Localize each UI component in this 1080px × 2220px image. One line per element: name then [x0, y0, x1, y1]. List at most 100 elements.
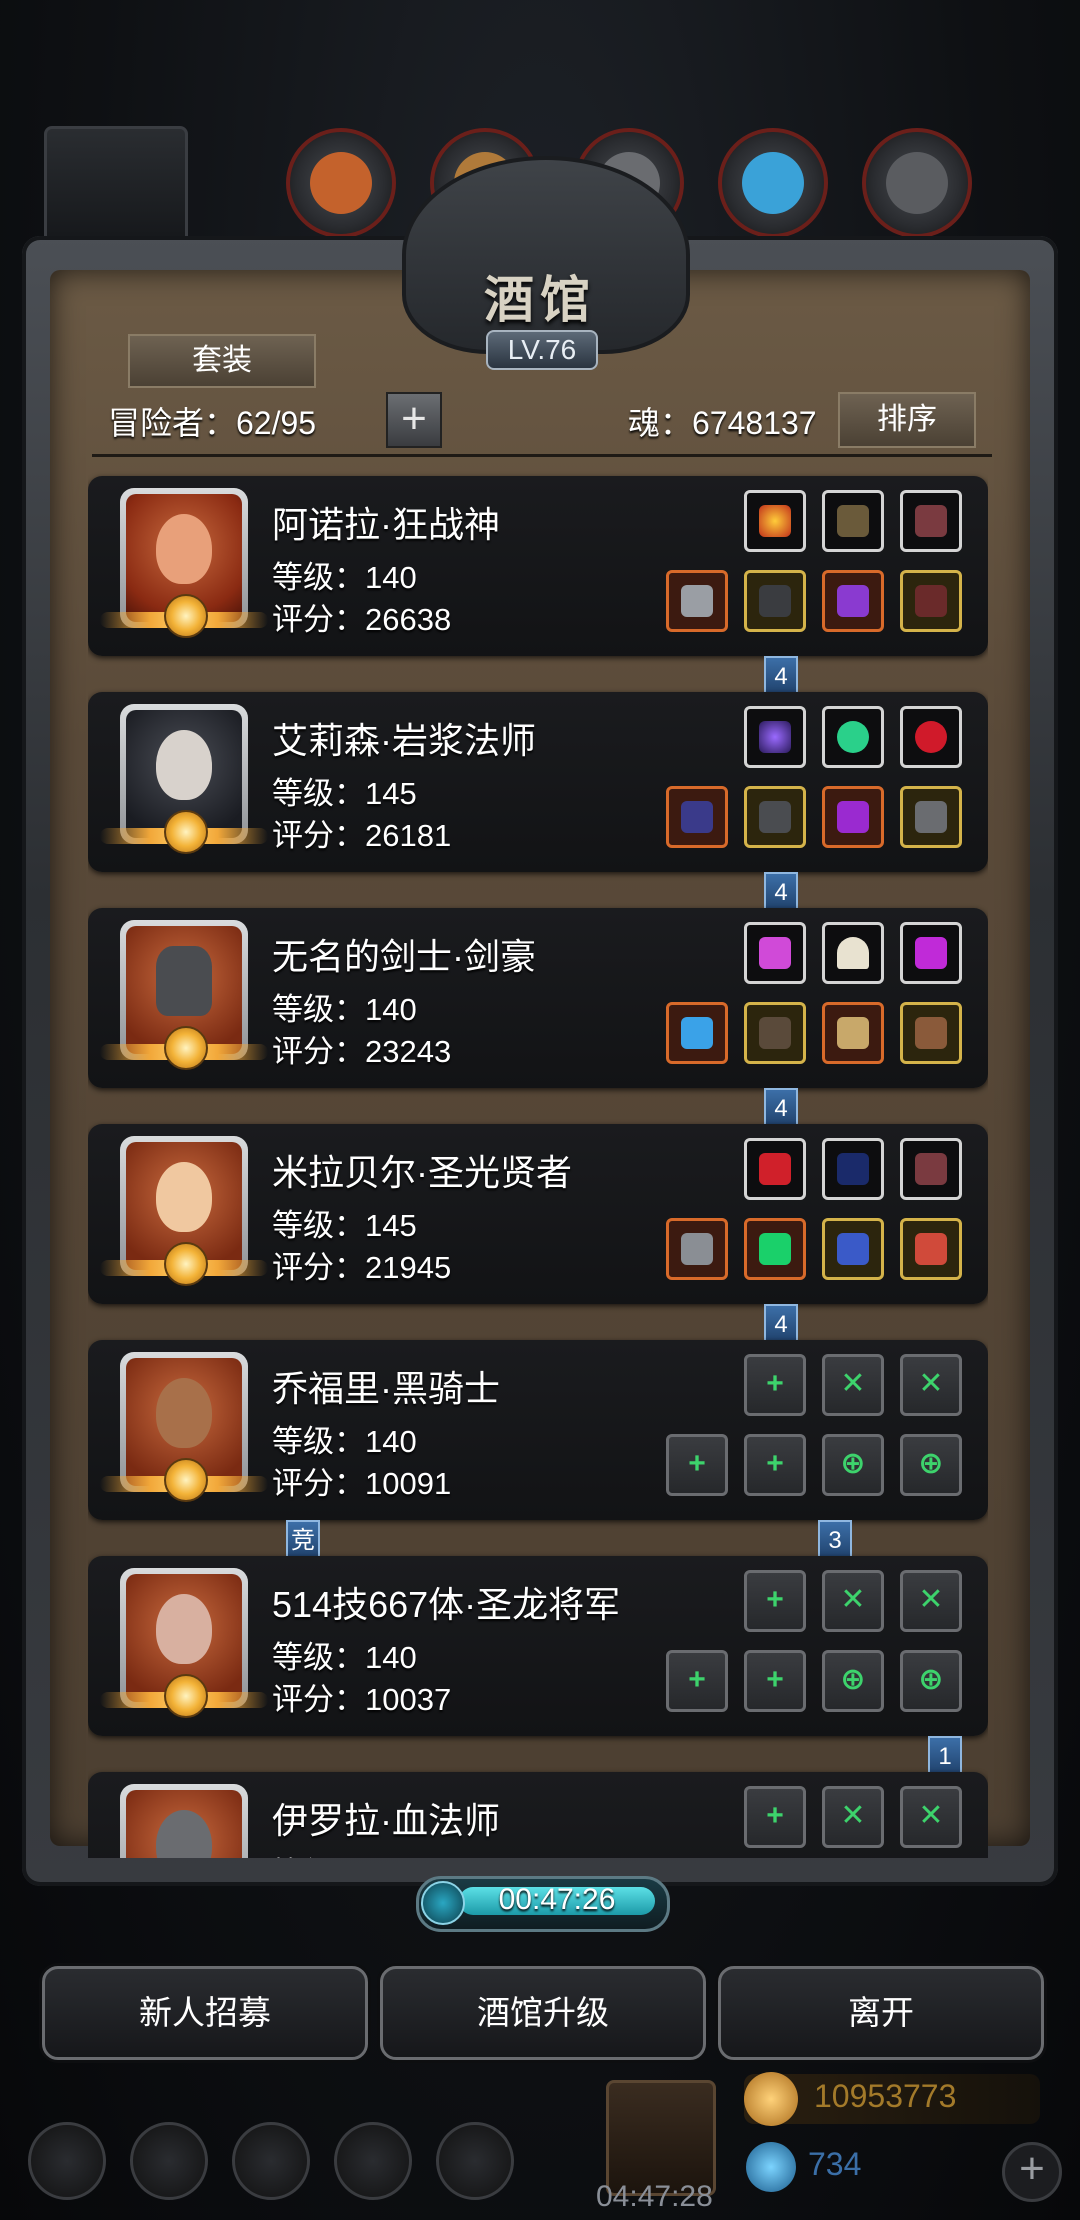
equip-slot-ring[interactable]: [822, 490, 884, 552]
empty-slot-ring-2[interactable]: ✕: [900, 1570, 962, 1632]
empty-slot-accessory-2[interactable]: ⊕: [900, 1650, 962, 1712]
equip-slot-sword[interactable]: [666, 1002, 728, 1064]
hero-name: 无名的剑士·剑豪: [272, 936, 536, 977]
equip-slot-bow[interactable]: [822, 1138, 884, 1200]
empty-slot-weapon[interactable]: +: [666, 1650, 728, 1712]
hero-card[interactable]: 米拉贝尔·圣光贤者 等级：145 评分：21945 4: [88, 1124, 988, 1348]
hero-card[interactable]: 艾莉森·岩浆法师 等级：145 评分：26181 4: [88, 692, 988, 916]
resource-icon-5[interactable]: [862, 128, 972, 238]
equip-slot-necklace[interactable]: [822, 786, 884, 848]
equip-slot-gem-red[interactable]: [900, 706, 962, 768]
hero-name: 艾莉森·岩浆法师: [272, 720, 536, 761]
equip-slot-helmet[interactable]: [822, 570, 884, 632]
equip-slot-weapon[interactable]: [666, 570, 728, 632]
equip-slot-armor[interactable]: [744, 786, 806, 848]
panel-title: 酒馆: [484, 270, 596, 329]
equip-slot-armor[interactable]: [744, 570, 806, 632]
equip-slot-fang[interactable]: [822, 922, 884, 984]
rank-medal-icon: [164, 1026, 208, 1070]
hero-card[interactable]: 伊罗拉·血法师 等级： + ✕ ✕: [88, 1772, 988, 1858]
gem-value: 734: [808, 2146, 862, 2182]
hero-card[interactable]: 无名的剑士·剑豪 等级：140 评分：23243 4: [88, 908, 988, 1132]
empty-slot-ring-2[interactable]: ✕: [900, 1786, 962, 1848]
equip-slot-armor[interactable]: [744, 1218, 806, 1280]
settings-icon[interactable]: [28, 2122, 106, 2200]
timer-text: 00:47:26: [498, 1883, 616, 1916]
rank-medal-icon: [164, 1674, 208, 1718]
hero-score: 评分：10037: [272, 1682, 452, 1717]
empty-slot-amulet[interactable]: +: [744, 1570, 806, 1632]
equip-slot-potion[interactable]: [744, 1138, 806, 1200]
hero-list[interactable]: 阿诺拉·狂战神 等级：140 评分：26638 4 艾莉森·岩浆法师 等级：14…: [88, 466, 988, 1858]
equip-slot-crystal[interactable]: [744, 922, 806, 984]
hero-level: 等级：140: [272, 1640, 417, 1675]
hero-card[interactable]: 阿诺拉·狂战神 等级：140 评分：26638 4: [88, 476, 988, 700]
empty-slot-ring[interactable]: ✕: [822, 1354, 884, 1416]
equip-slot-weapon[interactable]: [666, 786, 728, 848]
equip-slot-pendant[interactable]: [900, 786, 962, 848]
suit-button[interactable]: 套装: [128, 334, 316, 388]
rank-medal-icon: [164, 1458, 208, 1502]
gold-display: 10953773: [744, 2072, 1040, 2126]
equip-slot-feather[interactable]: [900, 1138, 962, 1200]
gem-icon: [746, 2142, 796, 2192]
recruit-button[interactable]: 新人招募: [42, 1966, 368, 2060]
equip-slot-feather[interactable]: [900, 490, 962, 552]
equip-slot-orb[interactable]: [744, 706, 806, 768]
adventurer-count: 冒险者：62/95: [108, 405, 317, 441]
empty-slot-accessory-2[interactable]: ⊕: [900, 1434, 962, 1496]
resource-icon-4[interactable]: [718, 128, 828, 238]
hero-level: 等级：145: [272, 1208, 417, 1243]
empty-slot-amulet[interactable]: +: [744, 1786, 806, 1848]
mail-icon[interactable]: [334, 2122, 412, 2200]
upgrade-tavern-button[interactable]: 酒馆升级: [380, 1966, 706, 2060]
hero-score: 评分：21945: [272, 1250, 452, 1285]
header-divider: [92, 454, 992, 457]
equip-slot-helmet[interactable]: [822, 1002, 884, 1064]
equip-slot-weapon[interactable]: [666, 1218, 728, 1280]
empty-slot-armor[interactable]: +: [744, 1434, 806, 1496]
empty-slot-ring-2[interactable]: ✕: [900, 1354, 962, 1416]
bottom-hud: 04:47:28 10953773 734 +: [0, 2070, 1080, 2220]
equip-slot-amulet[interactable]: [744, 490, 806, 552]
resource-icon-1[interactable]: [286, 128, 396, 238]
rank-medal-icon: [164, 1242, 208, 1286]
hero-name: 伊罗拉·血法师: [272, 1800, 500, 1841]
empty-slot-ring[interactable]: ✕: [822, 1570, 884, 1632]
rank-medal-icon: [164, 594, 208, 638]
cube-icon[interactable]: [436, 2122, 514, 2200]
hero-avatar[interactable]: [120, 1784, 248, 1858]
sort-button[interactable]: 排序: [838, 392, 976, 448]
hero-name: 米拉贝尔·圣光贤者: [272, 1152, 572, 1193]
hero-level: 等级：140: [272, 992, 417, 1027]
hero-score: 评分：26181: [272, 818, 452, 853]
equip-slot-jewel[interactable]: [900, 922, 962, 984]
equip-slot-boots[interactable]: [900, 570, 962, 632]
star-icon[interactable]: [130, 2122, 208, 2200]
gift-timer: 04:47:28: [596, 2180, 713, 2213]
empty-slot-accessory[interactable]: ⊕: [822, 1434, 884, 1496]
equip-slot-bracers[interactable]: [900, 1002, 962, 1064]
hero-card[interactable]: 乔福里·黑骑士 等级：140 评分：10091 + ✕ ✕ + + ⊕ ⊕ 竞 …: [88, 1340, 988, 1564]
gold-value: 10953773: [814, 2078, 957, 2114]
add-slot-button[interactable]: +: [386, 392, 442, 448]
hero-level: 等级：145: [272, 776, 417, 811]
hero-score: 评分：26638: [272, 602, 452, 637]
empty-slot-armor[interactable]: +: [744, 1650, 806, 1712]
equip-slot-gem-green[interactable]: [822, 706, 884, 768]
empty-slot-amulet[interactable]: +: [744, 1354, 806, 1416]
hero-score: 评分：23243: [272, 1034, 452, 1069]
hero-level: 等级：140: [272, 1424, 417, 1459]
equip-slot-amulet[interactable]: [900, 1218, 962, 1280]
empty-slot-ring[interactable]: ✕: [822, 1786, 884, 1848]
castle-icon[interactable]: [232, 2122, 310, 2200]
empty-slot-accessory[interactable]: ⊕: [822, 1650, 884, 1712]
equip-slot-cross[interactable]: [822, 1218, 884, 1280]
equip-slot-armor[interactable]: [744, 1002, 806, 1064]
gift-box-icon[interactable]: [606, 2080, 716, 2196]
leave-button[interactable]: 离开: [718, 1966, 1044, 2060]
empty-slot-weapon[interactable]: +: [666, 1434, 728, 1496]
hero-level: 等级：140: [272, 560, 417, 595]
add-currency-button[interactable]: +: [1002, 2142, 1062, 2202]
hero-card[interactable]: 514技667体·圣龙将军 等级：140 评分：10037 + ✕ ✕ + + …: [88, 1556, 988, 1780]
